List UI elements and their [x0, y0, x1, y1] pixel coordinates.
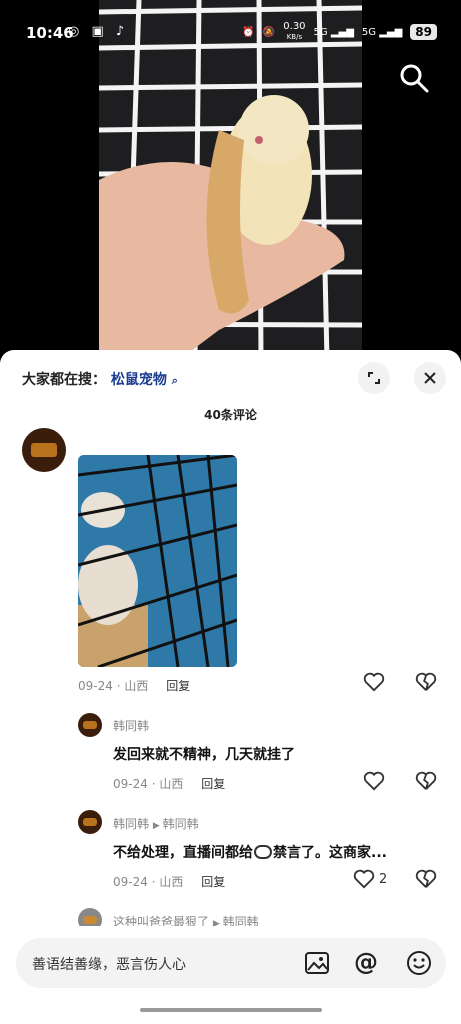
status-time: 10:46 — [26, 24, 74, 42]
system-nav-bar — [0, 996, 461, 1024]
net-speed: 0.30 KB/s — [283, 22, 305, 42]
emoji-icon[interactable] — [406, 950, 432, 976]
signal-1: 5G ▂▄▆ — [313, 26, 354, 38]
avatar[interactable] — [78, 713, 102, 737]
keyword-search-icon: ⌕ — [171, 374, 178, 387]
comment-location: 山西 — [124, 679, 149, 693]
like-button[interactable] — [363, 672, 385, 692]
status-bar: 10:46 ◎ ▣ ♪ ⏰ 🔕 0.30 KB/s 5G ▂▄▆ 5G ▂▄▆ … — [0, 0, 461, 64]
comment-meta: 09-24 · 山西 回复 — [113, 873, 225, 890]
comment-meta: 09-24 · 山西 回复 — [113, 775, 225, 792]
comment-count: 40条评论 — [204, 408, 257, 422]
close-button[interactable] — [414, 362, 446, 394]
comment-text: 不给处理，直播间都给 禁言了。这商家... — [113, 842, 387, 862]
dislike-button[interactable] — [415, 672, 437, 692]
dislike-button[interactable] — [415, 869, 437, 889]
expand-button[interactable] — [358, 362, 390, 394]
comment-photo — [78, 455, 237, 667]
alarm-icon: ⏰ — [242, 26, 255, 38]
avatar[interactable] — [78, 810, 102, 834]
comment-author[interactable]: 韩同韩 — [113, 717, 149, 734]
like-button[interactable] — [363, 771, 385, 791]
heart-icon — [363, 771, 385, 791]
reply-button[interactable]: 回复 — [201, 875, 225, 889]
signal-2-label: 5G — [361, 26, 377, 38]
mute-icon: 🔕 — [262, 26, 276, 38]
screen: 10:46 ◎ ▣ ♪ ⏰ 🔕 0.30 KB/s 5G ▂▄▆ 5G ▂▄▆ … — [0, 0, 461, 1024]
comment-text-part: 禁言了。这商家... — [273, 845, 387, 861]
hot-search-prefix: 大家都在搜： — [22, 372, 106, 388]
avatar[interactable] — [22, 428, 66, 472]
reply-button[interactable]: 回复 — [166, 679, 190, 693]
comment-text-part: 不给处理，直播间都给 — [113, 845, 253, 861]
comment-location: 山西 — [159, 777, 184, 791]
signal-1-label: 5G — [313, 26, 328, 38]
cat-emoji-icon — [254, 845, 272, 859]
search-icon[interactable] — [398, 62, 430, 94]
expand-icon — [368, 372, 380, 384]
comment-input[interactable]: 善语结善缘，恶言伤人心 @ — [16, 938, 446, 988]
battery-indicator: 89 — [410, 24, 437, 40]
comment-sheet: 大家都在搜： 松鼠宠物 ⌕ 40条评论 09-24 · 山西 回复 韩同韩 发回… — [0, 350, 461, 1024]
net-speed-value: 0.30 — [283, 21, 306, 32]
signal-2: 5G ▂▄▆ — [361, 26, 403, 38]
close-icon — [424, 372, 436, 384]
notification-icons: ◎ ▣ ♪ — [68, 24, 129, 39]
comment-meta: 09-24 · 山西 回复 — [78, 677, 190, 694]
status-right: ⏰ 🔕 0.30 KB/s 5G ▂▄▆ 5G ▂▄▆ 89 — [242, 22, 437, 42]
comment-location: 山西 — [159, 875, 184, 889]
comment-date: 09-24 — [78, 679, 113, 693]
hot-search-bar[interactable]: 大家都在搜： 松鼠宠物 ⌕ — [22, 369, 178, 389]
reply-to-author[interactable]: 韩同韩 — [163, 817, 199, 831]
comment-input-bar: 善语结善缘，恶言伤人心 @ — [0, 926, 461, 1024]
reply-button[interactable]: 回复 — [201, 777, 225, 791]
like-button[interactable]: 2 — [353, 869, 387, 889]
comment-author-line: 韩同韩 ▶ 韩同韩 — [113, 815, 199, 832]
broken-heart-icon — [415, 672, 437, 691]
comment-image[interactable] — [78, 455, 237, 667]
comment-author[interactable]: 韩同韩 — [113, 817, 149, 831]
heart-icon — [363, 672, 385, 692]
comment-text: 发回来就不精神，几天就挂了 — [113, 747, 295, 763]
heart-icon — [353, 869, 375, 889]
broken-heart-icon — [415, 771, 437, 790]
dislike-button[interactable] — [415, 771, 437, 791]
comment-date: 09-24 — [113, 777, 148, 791]
image-icon[interactable] — [304, 951, 330, 975]
hot-search-keyword[interactable]: 松鼠宠物 — [111, 372, 167, 388]
broken-heart-icon — [415, 869, 437, 888]
home-indicator[interactable] — [140, 1008, 322, 1012]
like-count: 2 — [379, 871, 388, 887]
net-speed-unit: KB/s — [286, 33, 303, 41]
reply-arrow-icon: ▶ — [152, 821, 163, 831]
comment-date: 09-24 — [113, 875, 148, 889]
input-placeholder: 善语结善缘，恶言伤人心 — [32, 957, 186, 973]
at-icon[interactable]: @ — [354, 948, 378, 976]
